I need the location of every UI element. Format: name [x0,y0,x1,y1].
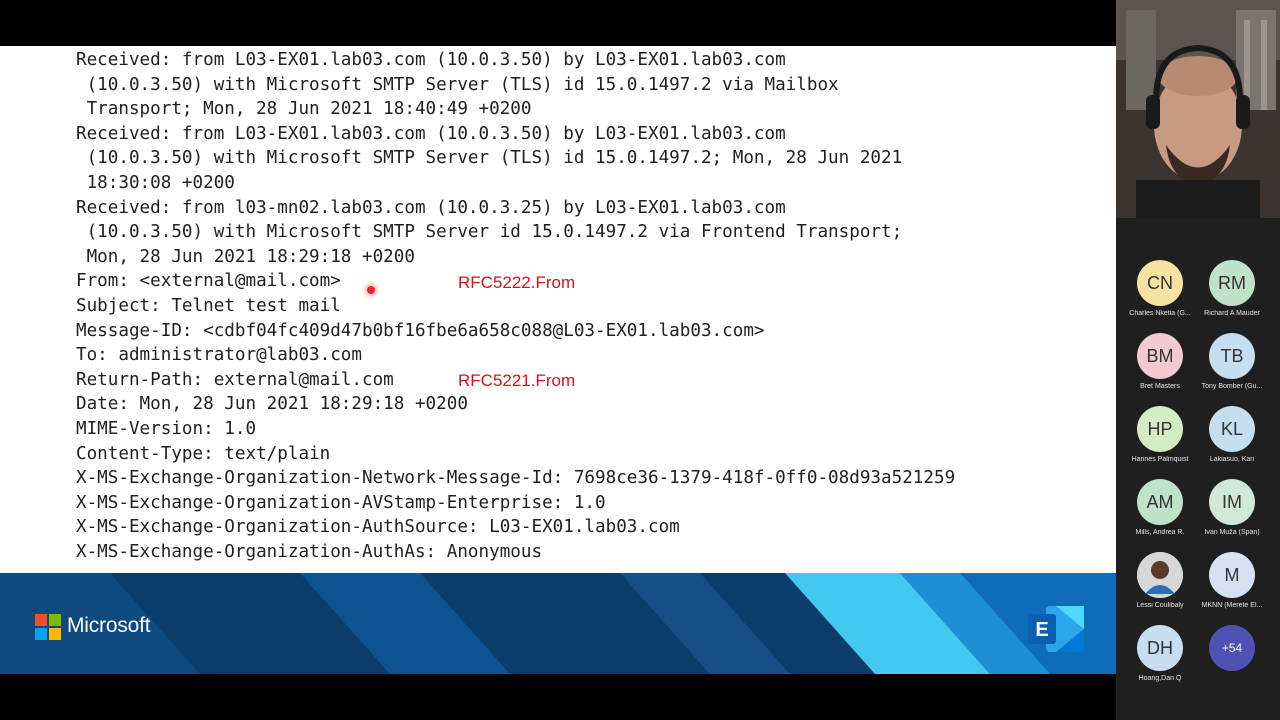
participant-name: MKNN (Merete El... [1201,602,1263,609]
header-line: Return-Path: external@mail.com [76,369,394,390]
header-line: From: <external@mail.com> [76,271,341,292]
header-line: Mon, 28 Jun 2021 18:29:18 +0200 [76,246,415,267]
avatar: AM [1137,479,1183,525]
participant-tile[interactable]: RM Richard A Mauder [1196,260,1268,330]
header-line: Received: from L03-EX01.lab03.com (10.0.… [76,50,786,70]
banner-decoration [0,573,1116,674]
participant-name: Hannes Palmquist [1131,456,1189,463]
avatar: M [1209,552,1255,598]
header-line: X-MS-Exchange-Organization-Network-Messa… [76,468,956,489]
avatar [1137,552,1183,598]
header-line: Received: from l03-mn02.lab03.com (10.0.… [76,197,786,218]
header-line: Content-Type: text/plain [76,443,331,464]
participant-gallery: CN Charles Nketia (G... RM Richard A Mauder… [1116,218,1280,720]
avatar: RM [1209,260,1255,306]
header-line: 18:30:08 +0200 [76,172,235,193]
participant-tile[interactable]: M MKNN (Merete El... [1196,552,1268,622]
header-line: To: administrator@lab03.com [76,345,362,366]
more-count-badge: +54 [1209,625,1255,671]
laser-pointer-icon [367,286,375,294]
participant-tile[interactable]: KL Lakiasuo, Kari [1196,406,1268,476]
participant-tile[interactable]: HP Hannes Palmquist [1124,406,1196,476]
avatar: IM [1209,479,1255,525]
avatar: CN [1137,260,1183,306]
email-header-text: Received: from L03-EX01.lab03.com (10.0.… [76,48,1106,564]
header-line: Subject: Telnet test mail [76,295,341,316]
participant-name: Mills, Andrea R. [1135,529,1185,536]
participant-tile[interactable]: Lessi Coulibaly [1124,552,1196,622]
participant-name: Charles Nketia (G... [1129,310,1191,317]
participant-tile[interactable]: TB Tony Bomber (Gu... [1196,333,1268,403]
avatar: KL [1209,406,1255,452]
header-line: Received: from L03-EX01.lab03.com (10.0.… [76,123,786,144]
presenter-video-frame [1116,0,1280,218]
avatar: HP [1137,406,1183,452]
header-line: Transport; Mon, 28 Jun 2021 18:40:49 +02… [76,99,532,120]
header-line: X-MS-Exchange-Organization-AuthSource: L… [76,517,680,538]
header-line: MIME-Version: 1.0 [76,418,257,439]
header-line: (10.0.3.50) with Microsoft SMTP Server (… [76,148,903,169]
participant-name: Tony Bomber (Gu... [1201,383,1263,390]
header-line: (10.0.3.50) with Microsoft SMTP Server (… [76,74,839,95]
presenter-video [1116,0,1280,218]
svg-text:E: E [1035,619,1048,641]
participant-tile[interactable]: CN Charles Nketia (G... [1124,260,1196,330]
avatar: TB [1209,333,1255,379]
participant-name: Bret Masters [1140,383,1180,390]
participant-tile[interactable]: BM Bret Masters [1124,333,1196,403]
exchange-logo-icon: E [1028,606,1084,652]
header-line: X-MS-Exchange-Organization-AVStamp-Enter… [76,492,606,513]
participant-name: Ivan Muža (Span) [1204,529,1260,536]
slide-footer-banner: Microsoft E [0,573,1116,674]
presentation-slide: Received: from L03-EX01.lab03.com (10.0.… [0,46,1116,674]
more-participants-button[interactable]: +54 [1196,625,1268,695]
participant-name: Lessi Coulibaly [1136,602,1184,609]
participant-tile[interactable]: AM Mills, Andrea R. [1124,479,1196,549]
header-line: X-MS-Exchange-Organization-AuthAs: Anony… [76,541,543,562]
header-line: (10.0.3.50) with Microsoft SMTP Server i… [76,222,903,243]
participant-tile[interactable]: IM Ivan Muža (Span) [1196,479,1268,549]
participant-name: Lakiasuo, Kari [1209,456,1255,463]
header-line: Date: Mon, 28 Jun 2021 18:29:18 +0200 [76,394,468,415]
header-line: Message-ID: <cdbf04fc409d47b0bf16fbe6a65… [76,320,765,341]
rfc5322-from-annotation: RFC5222.From [458,273,576,292]
participant-name: Hoang,Dan Q [1138,675,1182,682]
rfc5321-from-annotation: RFC5221.From [458,371,576,390]
avatar: BM [1137,333,1183,379]
participant-name: Richard A Mauder [1204,310,1260,317]
avatar: DH [1137,625,1183,671]
participant-tile[interactable]: DH Hoang,Dan Q [1124,625,1196,695]
microsoft-wordmark: Microsoft [67,614,151,637]
microsoft-logo-icon [35,614,61,640]
